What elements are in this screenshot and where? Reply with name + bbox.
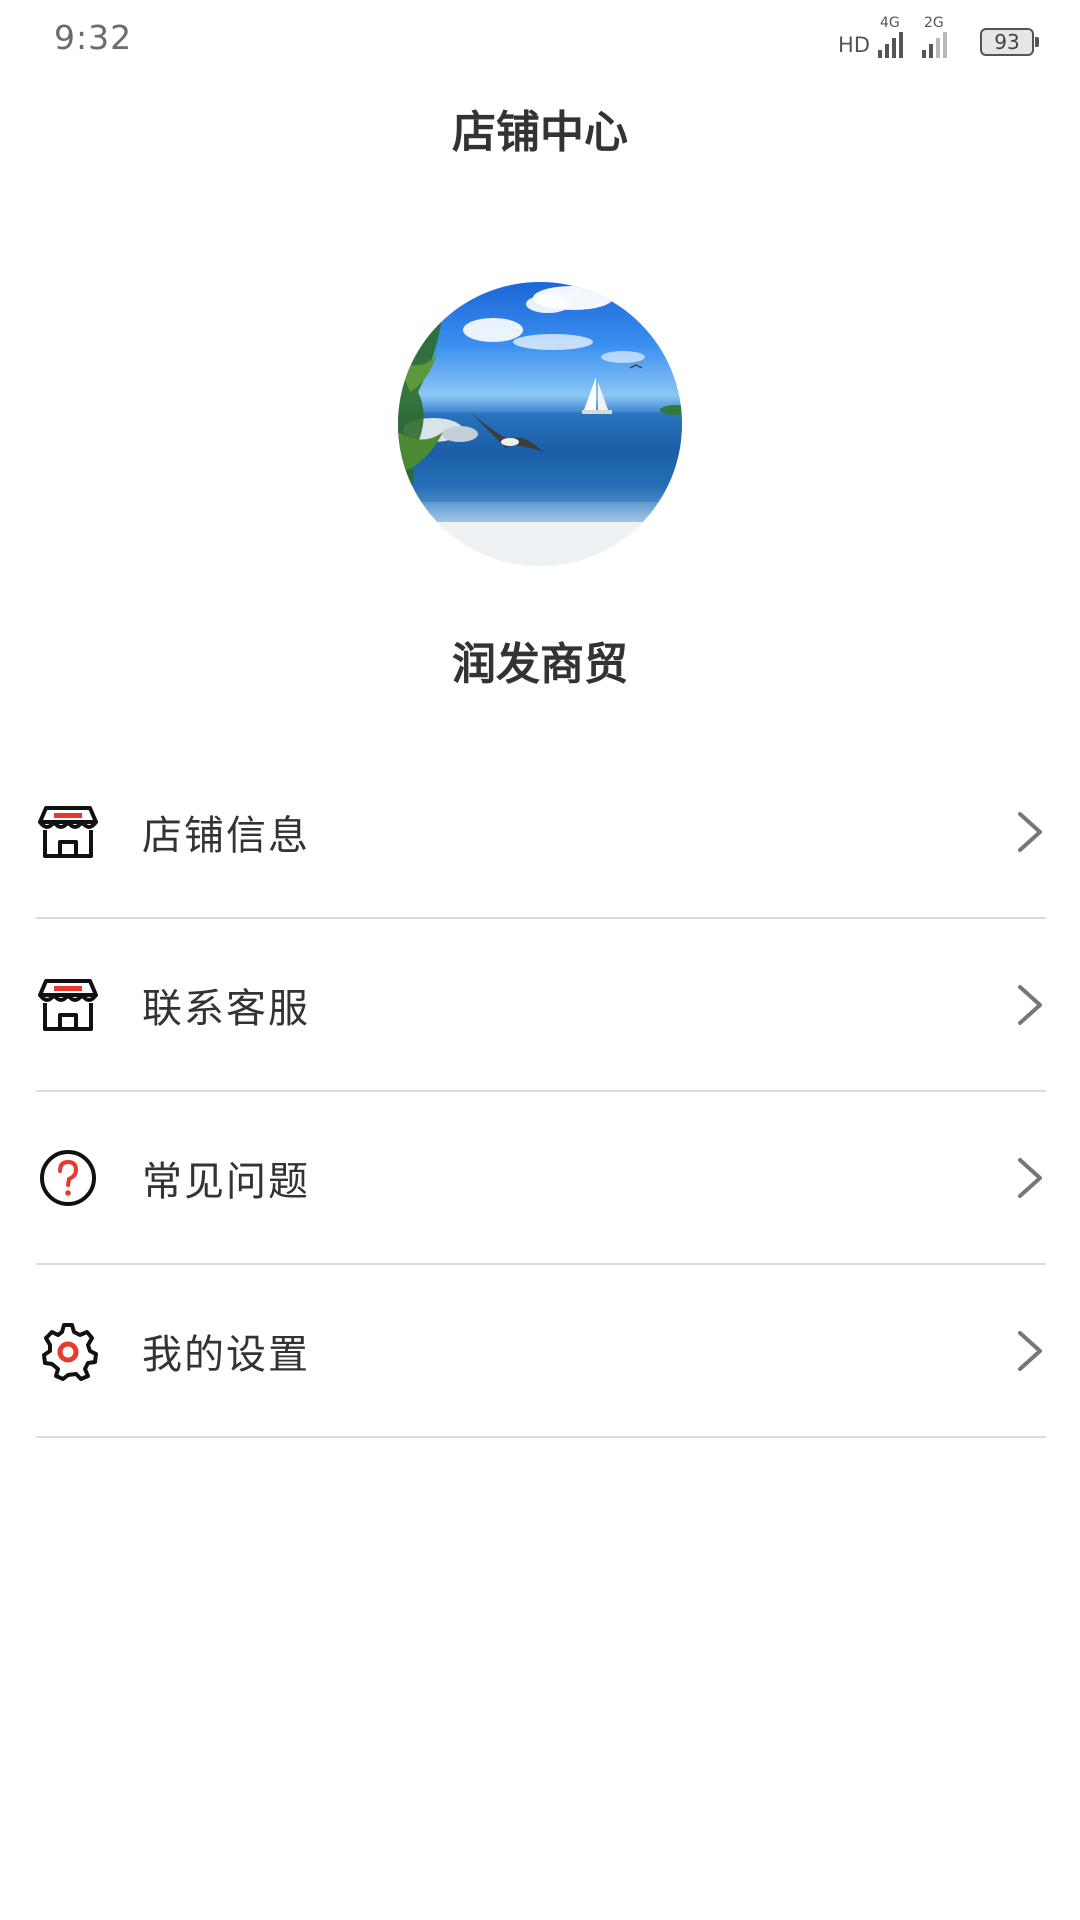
menu-item-faq[interactable]: 常见问题 bbox=[36, 1092, 1046, 1265]
battery-level: 93 bbox=[994, 30, 1020, 54]
chevron-right-icon bbox=[1018, 984, 1042, 1025]
menu-label-contact-service: 联系客服 bbox=[142, 985, 310, 1032]
menu-label-shop-info: 店铺信息 bbox=[142, 812, 310, 859]
menu-item-settings[interactable]: 我的设置 bbox=[36, 1265, 1046, 1438]
signal-2g-label: 2G bbox=[924, 15, 944, 31]
store-icon bbox=[36, 973, 100, 1037]
menu-item-contact-service[interactable]: 联系客服 bbox=[36, 919, 1046, 1092]
status-time: 9:32 bbox=[54, 18, 133, 57]
menu-label-settings: 我的设置 bbox=[142, 1331, 310, 1378]
menu-item-shop-info[interactable]: 店铺信息 bbox=[36, 746, 1046, 919]
menu-list: 店铺信息 联系客服 常见问题 我的设置 bbox=[36, 746, 1046, 1438]
signal-4g-icon: 4G bbox=[878, 16, 914, 58]
hd-label: HD bbox=[838, 33, 870, 57]
chevron-right-icon bbox=[1018, 1157, 1042, 1198]
page-title: 店铺中心 bbox=[452, 107, 628, 158]
chevron-right-icon bbox=[1018, 1330, 1042, 1371]
chevron-right-icon bbox=[1018, 811, 1042, 852]
shop-name: 润发商贸 bbox=[452, 639, 628, 690]
menu-label-faq: 常见问题 bbox=[142, 1158, 310, 1205]
shop-avatar[interactable] bbox=[398, 282, 682, 566]
battery-icon: 93 bbox=[980, 28, 1039, 56]
avatar-ocean-image bbox=[398, 286, 682, 566]
signal-2g-icon: 2G bbox=[922, 16, 958, 58]
status-bar: 9:32 HD 4G 2G 93 bbox=[0, 0, 1080, 74]
signal-4g-label: 4G bbox=[880, 15, 900, 31]
gear-icon bbox=[36, 1319, 100, 1383]
store-icon bbox=[36, 800, 100, 864]
question-circle-icon bbox=[36, 1146, 100, 1210]
status-icons: HD 4G 2G 93 bbox=[838, 14, 1039, 58]
